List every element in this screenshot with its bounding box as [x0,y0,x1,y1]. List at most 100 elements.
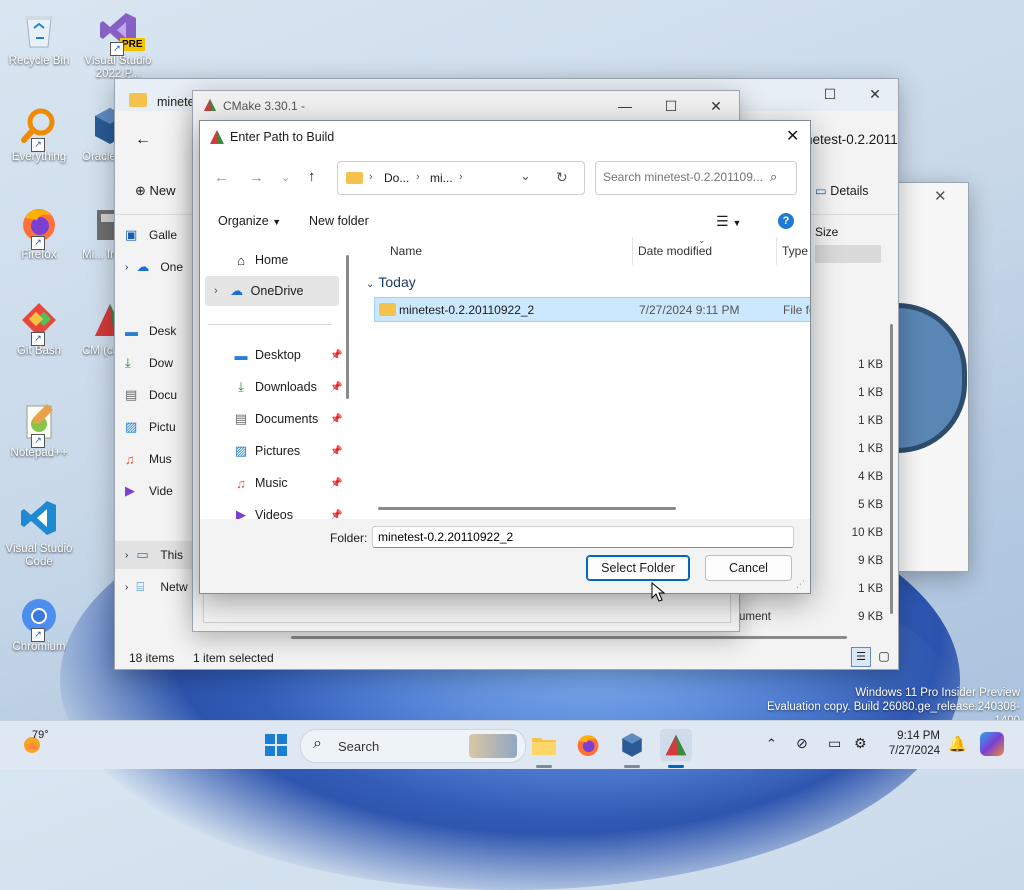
weather-temperature[interactable]: 79° [32,729,49,741]
display-icon[interactable]: ▭ [828,735,841,752]
desktop-icon-notepadpp[interactable]: ↗ Notepad++ [3,400,75,460]
desktop-icon-chromium[interactable]: ↗ Chromium [3,594,75,654]
desktop-icon-installer[interactable]: Mi... Inst... [82,202,116,262]
resize-grip-icon[interactable]: ⋰ [796,579,805,590]
select-folder-button[interactable]: Select Folder [586,555,690,581]
details-view-icon[interactable]: ☰ [851,647,871,667]
sidebar-item-videos[interactable]: ▶ Videos 📌 [232,500,342,519]
organize-button[interactable]: Organize ▼ [218,214,281,228]
details-button[interactable]: ▭ Details [815,183,869,198]
back-arrow-icon[interactable]: ← [135,131,151,149]
tab-title[interactable]: minete [157,95,195,109]
settings-toggle-icon[interactable]: ⚙ [854,735,867,752]
chevron-up-icon[interactable]: ⌃ [766,736,777,752]
column-header-date[interactable]: Date modified [638,244,712,258]
nav-item-downloads[interactable]: ⤓ Dow [125,351,173,375]
column-divider[interactable] [632,237,633,265]
tiles-view-icon[interactable]: ▢ [875,647,893,665]
size-column-header[interactable]: Size [815,225,838,239]
nav-item-this-pc[interactable]: › ▭ This [125,543,183,567]
view-menu-icon[interactable]: ☰ ▼ [716,213,741,230]
nav-item-music[interactable]: ♫ Mus [125,447,172,471]
table-row[interactable]: minetest-0.2.20110922_2 7/27/2024 9:11 P… [374,297,810,322]
virtualbox-icon [88,104,116,148]
sidebar-item-home[interactable]: ⌂ Home [232,245,288,275]
nav-item-videos[interactable]: ▶ Vide [125,479,173,503]
sidebar-item-desktop[interactable]: ▬ Desktop 📌 [232,340,343,370]
file-explorer-taskbar-icon[interactable] [528,729,560,761]
recent-chevron-icon[interactable]: ⌄ [281,171,290,184]
shortcut-arrow-icon: ↗ [31,236,45,250]
installer-icon [88,202,116,246]
maximize-icon[interactable]: ☐ [648,91,694,121]
pc-icon: ▭ [136,547,149,562]
desktop-icon-recycle-bin[interactable]: Recycle Bin [3,8,75,68]
new-folder-button[interactable]: New folder [309,214,369,228]
start-windows-icon[interactable] [260,729,292,761]
new-button[interactable]: ⊕ New [135,183,176,199]
nav-item-documents[interactable]: ▤ Docu [125,383,177,407]
vertical-scrollbar[interactable] [890,324,893,614]
back-arrow-icon[interactable]: ← [214,169,229,186]
close-icon[interactable]: ✕ [934,187,947,205]
desktop-icon-vscode[interactable]: Visual Studio Code [3,496,75,569]
enter-path-dialog[interactable]: Enter Path to Build ✕ ← → ⌄ ↑ › Do... › … [199,120,811,594]
column-divider[interactable] [776,237,777,265]
breadcrumb-folder[interactable]: mi... [430,171,453,185]
forward-arrow-icon[interactable]: → [249,169,264,186]
dropdown-chevron-icon[interactable]: ⌄ [520,168,531,184]
virtualbox-taskbar-icon[interactable] [616,729,648,761]
firefox-taskbar-icon[interactable] [572,729,604,761]
sidebar-item-documents[interactable]: ▤ Documents 📌 [232,404,343,434]
horizontal-scrollbar[interactable] [378,507,676,510]
nav-item-gallery[interactable]: ▣ Galle [125,223,177,247]
column-header-type[interactable]: Type [782,244,808,258]
address-bar[interactable]: › Do... › mi... › ⌄ ↻ [337,161,585,195]
close-icon[interactable]: ✕ [786,126,799,146]
refresh-icon[interactable]: ↻ [556,169,568,186]
desktop-icon-firefox[interactable]: ↗ Firefox [3,202,75,262]
search-input[interactable] [603,170,763,184]
window-path-title: netest-0.2.2011 [805,132,898,147]
minimize-icon[interactable]: — [602,91,648,121]
network-off-icon[interactable]: ⊘ [796,735,808,752]
sidebar-item-downloads[interactable]: ⤓ Downloads 📌 [232,372,342,402]
desktop-icon-everything[interactable]: ↗ Everything [3,104,75,164]
desktop-icon-cmake[interactable]: CM (cma... [82,298,116,358]
column-header-name[interactable]: Name [390,244,422,258]
horizontal-scrollbar[interactable] [291,636,847,639]
folder-input[interactable] [372,526,794,548]
cancel-button[interactable]: Cancel [705,555,792,581]
sidebar-item-music[interactable]: ♫ Music 📌 [232,468,342,498]
group-header-today[interactable]: ⌄ Today [366,274,416,290]
desktop-icon-virtualbox[interactable]: Oracle Virtu... [82,104,116,164]
nav-item-network[interactable]: › ⌸ Netw [125,575,188,599]
background-window[interactable]: ✕ [897,182,969,572]
cmake-taskbar-icon[interactable] [660,729,692,761]
folder-label: Folder: [330,531,368,545]
help-icon[interactable]: ? [778,213,794,229]
desktop-icon-label: Recycle Bin [8,55,70,67]
sidebar-item-pictures[interactable]: ▨ Pictures 📌 [232,436,343,466]
nav-item-desktop[interactable]: ▬ Desk [125,319,176,343]
sidebar-item-onedrive[interactable]: › ☁ OneDrive [214,276,303,306]
up-arrow-icon[interactable]: ↑ [308,168,316,185]
nav-label: Netw [160,580,188,594]
clock[interactable]: 9:14 PM 7/27/2024 [878,729,940,759]
search-icon: ⌕ [313,735,322,752]
desktop-icon-visual-studio[interactable]: PRE ↗ Visual Studio 2022 P... [82,8,154,81]
nav-item-onedrive[interactable]: › ☁ One [125,255,183,279]
chevron-right-icon: › [416,171,420,183]
sidebar-scrollbar[interactable] [346,255,349,399]
nav-item-pictures[interactable]: ▨ Pictu [125,415,176,439]
close-icon[interactable]: ✕ [852,79,898,109]
close-icon[interactable]: ✕ [693,91,739,121]
desktop-icon-git-bash[interactable]: ↗ Git Bash [3,298,75,358]
search-box[interactable]: ⌕ [595,161,797,195]
taskbar-search[interactable]: ⌕ Search [300,729,526,763]
copilot-icon[interactable] [980,732,1004,756]
breadcrumb-documents[interactable]: Do... [384,171,409,185]
nav-label: Mus [149,452,172,466]
notification-bell-icon[interactable]: 🔔 [948,735,967,753]
maximize-icon[interactable]: ☐ [807,79,853,109]
